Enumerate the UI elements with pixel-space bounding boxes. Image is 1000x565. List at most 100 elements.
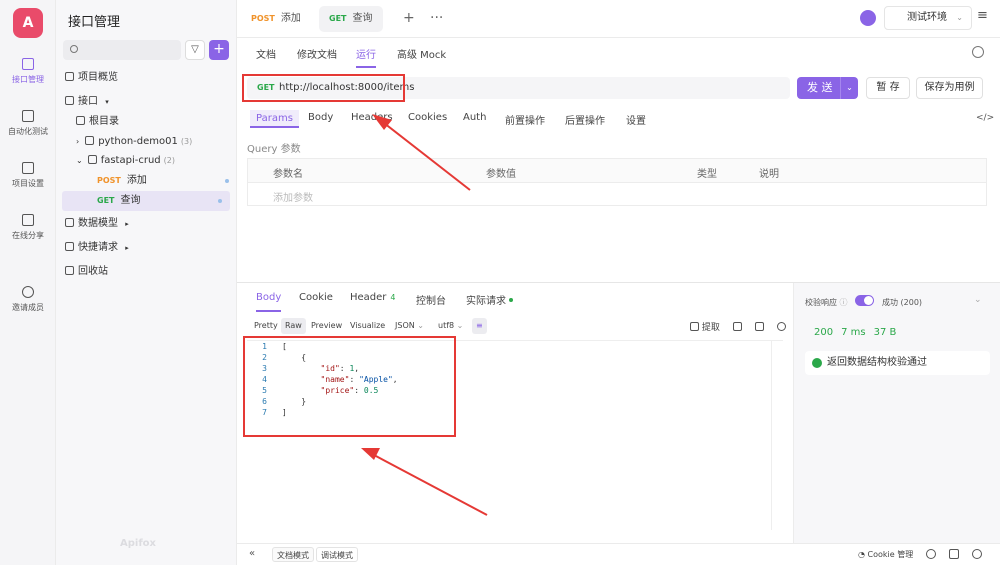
tree-endpoint-get-query[interactable]: GET 查询 — [62, 191, 230, 211]
status-dot — [225, 179, 229, 183]
tree-item-api[interactable]: 接口 ▾ — [56, 92, 237, 112]
search-icon[interactable] — [776, 322, 786, 331]
test-icon — [22, 110, 34, 122]
validation-status-select[interactable]: 成功 (200) — [882, 297, 922, 308]
tree-folder-python-demo01[interactable]: › python-demo01 (3) — [56, 132, 237, 152]
tab-body[interactable]: Body — [308, 112, 333, 132]
cookie-manage-button[interactable]: ◔ Cookie 管理 — [858, 549, 913, 560]
tree-endpoint-post-add[interactable]: POST 添加 — [56, 171, 237, 191]
copy-icon[interactable] — [754, 322, 764, 331]
caret-right-icon: ▸ — [125, 220, 129, 228]
tab-headers[interactable]: Headers — [351, 112, 393, 132]
save-as-case-button[interactable]: 保存为用例 — [916, 77, 983, 99]
status-code: 200 — [814, 327, 834, 338]
tab-docs[interactable]: 文档 — [256, 46, 276, 68]
response-tab-actual-request[interactable]: 实际请求 — [466, 292, 513, 312]
tab-run[interactable]: 运行 — [356, 46, 376, 68]
rail-item-invite-members[interactable]: 邀请成员 — [0, 286, 56, 313]
tab-advanced-mock[interactable]: 高级 Mock — [397, 46, 446, 68]
response-tab-console[interactable]: 控制台 — [416, 292, 446, 312]
tab-edit-docs[interactable]: 修改文档 — [297, 46, 337, 68]
rail-item-label: 在线分享 — [12, 231, 44, 240]
rail-item-label: 邀请成员 — [12, 303, 44, 312]
menu-icon[interactable]: ≡ — [977, 8, 988, 23]
wrap-toggle-icon[interactable]: ≡ — [472, 318, 487, 334]
extract-icon — [690, 322, 699, 331]
validate-response-toggle[interactable] — [855, 295, 874, 306]
folder-icon — [65, 96, 74, 105]
tab-post-processors[interactable]: 后置操作 — [565, 112, 605, 132]
encoding-select[interactable]: utf8 ⌄ — [434, 318, 467, 334]
code-icon[interactable]: </> — [976, 113, 994, 123]
format-json-select[interactable]: JSON ⌄ — [391, 318, 428, 334]
watermark-logo: Apifox — [120, 538, 156, 549]
model-icon — [65, 218, 74, 227]
new-tab-plus-icon[interactable]: + — [403, 10, 415, 26]
chevron-down-icon: ⌄ — [76, 156, 83, 165]
download-icon[interactable] — [732, 322, 742, 331]
environment-icon[interactable] — [860, 10, 876, 26]
chevron-down-icon: ⌄ — [456, 321, 464, 330]
rail-item-online-share[interactable]: 在线分享 — [0, 214, 56, 241]
tab-settings[interactable]: 设置 — [626, 112, 646, 132]
tab-pre-processors[interactable]: 前置操作 — [505, 112, 545, 132]
folder-icon — [87, 155, 97, 164]
tree-item-data-models[interactable]: 数据模型 ▸ — [56, 214, 237, 234]
check-circle-icon — [812, 358, 822, 368]
tree-item-recycle-bin[interactable]: 回收站 — [56, 262, 237, 282]
add-button[interactable]: + — [209, 40, 229, 60]
tab-cookies[interactable]: Cookies — [408, 112, 447, 132]
collapse-sidebar-icon[interactable]: « — [249, 548, 255, 559]
help-icon[interactable] — [972, 549, 982, 559]
status-dot — [509, 298, 513, 302]
tab-params[interactable]: Params — [250, 110, 299, 128]
table-header: 参数名 参数值 类型 说明 — [248, 159, 986, 183]
search-icon — [70, 45, 78, 53]
debug-mode-button[interactable]: 调试模式 — [316, 547, 358, 562]
caret-down-icon: ▾ — [105, 98, 109, 106]
response-size: 37 B — [873, 327, 897, 338]
history-icon[interactable] — [972, 46, 984, 58]
tree-item-quick-requests[interactable]: 快捷请求 ▸ — [56, 238, 237, 258]
environment-select[interactable]: 测试环境 ⌄ — [884, 6, 972, 30]
send-button[interactable]: 发 送 ⌄ — [797, 77, 858, 99]
format-raw[interactable]: Raw — [281, 318, 306, 334]
response-tab-header[interactable]: Header 4 — [350, 292, 396, 312]
rail-item-automated-test[interactable]: 自动化测试 — [0, 110, 56, 137]
format-visualize[interactable]: Visualize — [346, 318, 389, 334]
save-draft-button[interactable]: 暂 存 — [866, 77, 910, 99]
chevron-down-icon[interactable]: ⌄ — [840, 77, 858, 99]
rail-item-project-settings[interactable]: 项目设置 — [0, 162, 56, 189]
app-logo[interactable]: A — [13, 8, 43, 38]
share-icon — [22, 214, 34, 226]
vertical-scrollbar[interactable] — [771, 340, 783, 530]
tree-search-input[interactable] — [63, 40, 181, 60]
response-tab-cookie[interactable]: Cookie — [299, 292, 333, 312]
tree-item-overview[interactable]: 项目概览 — [56, 68, 237, 88]
validation-panel: 校验响应 ⓘ 成功 (200) ⌄ 200 7 ms 37 B 返回数据结构校验通过 — [793, 283, 1000, 543]
format-pretty[interactable]: Pretty — [250, 318, 282, 334]
doc-mode-button[interactable]: 文档模式 — [272, 547, 314, 562]
rail-item-api-management[interactable]: 接口管理 — [0, 58, 56, 85]
tree-item-root-dir[interactable]: 根目录 — [56, 112, 237, 132]
format-preview[interactable]: Preview — [307, 318, 346, 334]
response-time: 7 ms — [841, 327, 866, 338]
tree-folder-fastapi-crud[interactable]: ⌄ fastapi-crud (2) — [56, 151, 237, 171]
request-tab-get-query[interactable]: GET 查询 — [319, 6, 383, 32]
plus-icon: + — [213, 41, 225, 57]
response-tab-body[interactable]: Body — [256, 292, 282, 312]
extract-button[interactable]: 提取 — [690, 322, 720, 333]
shirt-icon[interactable] — [949, 549, 959, 559]
response-stats: 200 7 ms 37 B — [814, 327, 904, 338]
header-count-badge: 4 — [390, 293, 396, 302]
response-toolbar: 提取 — [690, 320, 786, 333]
overview-icon — [65, 72, 74, 81]
chevron-down-icon[interactable]: ⌄ — [974, 295, 982, 305]
tab-auth[interactable]: Auth — [463, 112, 486, 132]
folder-icon — [76, 116, 85, 125]
filter-button[interactable]: ▽ — [185, 40, 205, 60]
request-tab-post-add[interactable]: POST 添加 — [241, 6, 311, 32]
more-icon[interactable]: ··· — [430, 10, 443, 26]
add-param-input[interactable]: 添加参数 — [273, 189, 313, 204]
add-circle-icon[interactable] — [926, 549, 936, 559]
